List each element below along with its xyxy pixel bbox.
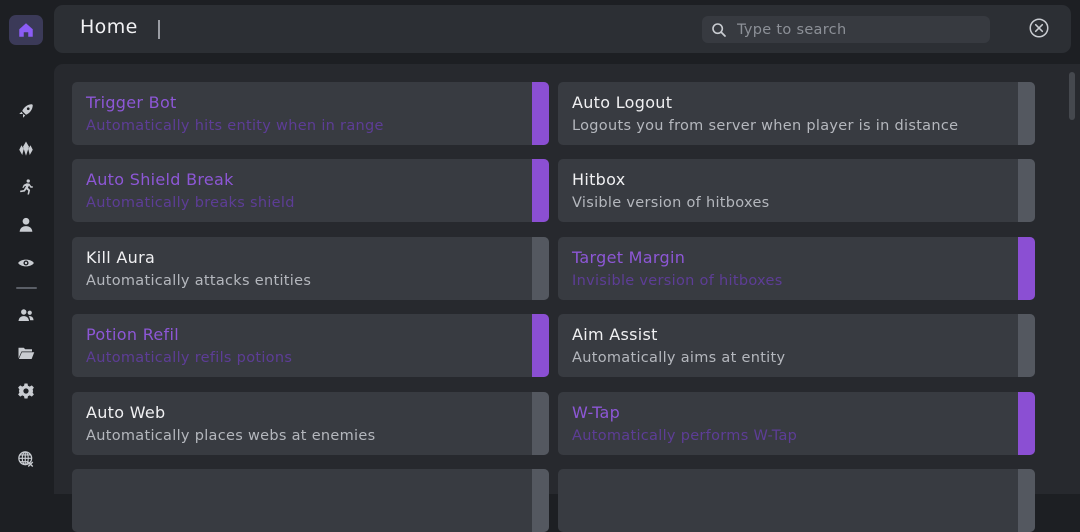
- module-card[interactable]: Aim Assist Automatically aims at entity: [558, 314, 1035, 377]
- module-name: Kill Aura: [86, 248, 156, 267]
- module-card[interactable]: Potion Refil Automatically refils potions: [72, 314, 549, 377]
- sidebar-item-folder[interactable]: [9, 338, 43, 368]
- folder-icon: [18, 347, 35, 359]
- module-toggle[interactable]: [532, 392, 549, 455]
- eye-icon: [18, 259, 34, 267]
- search-input[interactable]: [735, 20, 979, 39]
- sidebar-item-friends[interactable]: [9, 300, 43, 330]
- page-title: Home: [80, 16, 138, 38]
- module-name: Auto Web: [86, 403, 166, 422]
- module-description: Automatically breaks shield: [86, 195, 295, 211]
- module-toggle[interactable]: [1018, 237, 1035, 300]
- module-description: Automatically performs W-Tap: [572, 428, 798, 444]
- module-description: Logouts you from server when player is i…: [572, 118, 959, 134]
- module-toggle[interactable]: [532, 159, 549, 222]
- gear-icon: [18, 383, 34, 399]
- module-toggle[interactable]: [532, 82, 549, 145]
- module-toggle[interactable]: [1018, 159, 1035, 222]
- module-toggle[interactable]: [1018, 469, 1035, 532]
- module-card[interactable]: Trigger Bot Automatically hits entity whe…: [72, 82, 549, 145]
- module-toggle[interactable]: [1018, 82, 1035, 145]
- module-name: Potion Refil: [86, 325, 179, 344]
- top-bar: Home: [54, 5, 1071, 53]
- module-description: Invisible version of hitboxes: [572, 273, 783, 289]
- module-toggle[interactable]: [532, 237, 549, 300]
- module-toggle[interactable]: [1018, 314, 1035, 377]
- close-icon[interactable]: [1029, 18, 1049, 38]
- module-description: Automatically aims at entity: [572, 350, 786, 366]
- module-card[interactable]: Auto Web Automatically places webs at ene…: [72, 392, 549, 455]
- globe-grid-icon: [18, 451, 34, 467]
- module-name: W-Tap: [572, 403, 621, 422]
- sidebar-item-combat[interactable]: [9, 96, 43, 126]
- sidebar: [0, 0, 52, 485]
- module-card[interactable]: [72, 469, 549, 532]
- module-description: Automatically refils potions: [86, 350, 293, 366]
- sidebar-item-home[interactable]: [9, 15, 43, 45]
- crystal-icon: [19, 141, 33, 156]
- module-name: Auto Shield Break: [86, 170, 234, 189]
- module-description: Automatically places webs at enemies: [86, 428, 376, 444]
- module-name: Target Margin: [572, 248, 686, 267]
- module-toggle[interactable]: [532, 314, 549, 377]
- sidebar-item-movement[interactable]: [9, 172, 43, 202]
- module-description: Automatically hits entity when in range: [86, 118, 384, 134]
- module-toggle[interactable]: [1018, 392, 1035, 455]
- module-name: Aim Assist: [572, 325, 658, 344]
- rocket-icon: [19, 104, 33, 118]
- sidebar-item-web[interactable]: [9, 444, 43, 474]
- module-card[interactable]: Target Margin Invisible version of hitbox…: [558, 237, 1035, 300]
- module-description: Visible version of hitboxes: [572, 195, 770, 211]
- module-card[interactable]: Hitbox Visible version of hitboxes: [558, 159, 1035, 222]
- sidebar-item-render[interactable]: [9, 248, 43, 278]
- module-card[interactable]: [558, 469, 1035, 532]
- running-person-icon: [20, 179, 33, 195]
- sidebar-item-player[interactable]: [9, 210, 43, 240]
- module-name: Auto Logout: [572, 93, 673, 112]
- scrollbar[interactable]: [1069, 72, 1075, 120]
- module-toggle[interactable]: [532, 469, 549, 532]
- search-icon: [712, 22, 726, 37]
- module-name: Trigger Bot: [86, 93, 177, 112]
- search-box[interactable]: [702, 16, 990, 43]
- user-icon: [19, 217, 33, 232]
- sidebar-divider: [16, 287, 37, 289]
- users-icon: [18, 309, 34, 321]
- sidebar-item-crystal[interactable]: [9, 134, 43, 164]
- title-divider: [158, 20, 160, 39]
- module-card[interactable]: Kill Aura Automatically attacks entities: [72, 237, 549, 300]
- sidebar-item-settings[interactable]: [9, 376, 43, 406]
- module-card[interactable]: Auto Logout Logouts you from server when …: [558, 82, 1035, 145]
- module-card[interactable]: W-Tap Automatically performs W-Tap: [558, 392, 1035, 455]
- module-description: Automatically attacks entities: [86, 273, 312, 289]
- module-name: Hitbox: [572, 170, 626, 189]
- module-card[interactable]: Auto Shield Break Automatically breaks sh…: [72, 159, 549, 222]
- home-icon: [19, 23, 33, 37]
